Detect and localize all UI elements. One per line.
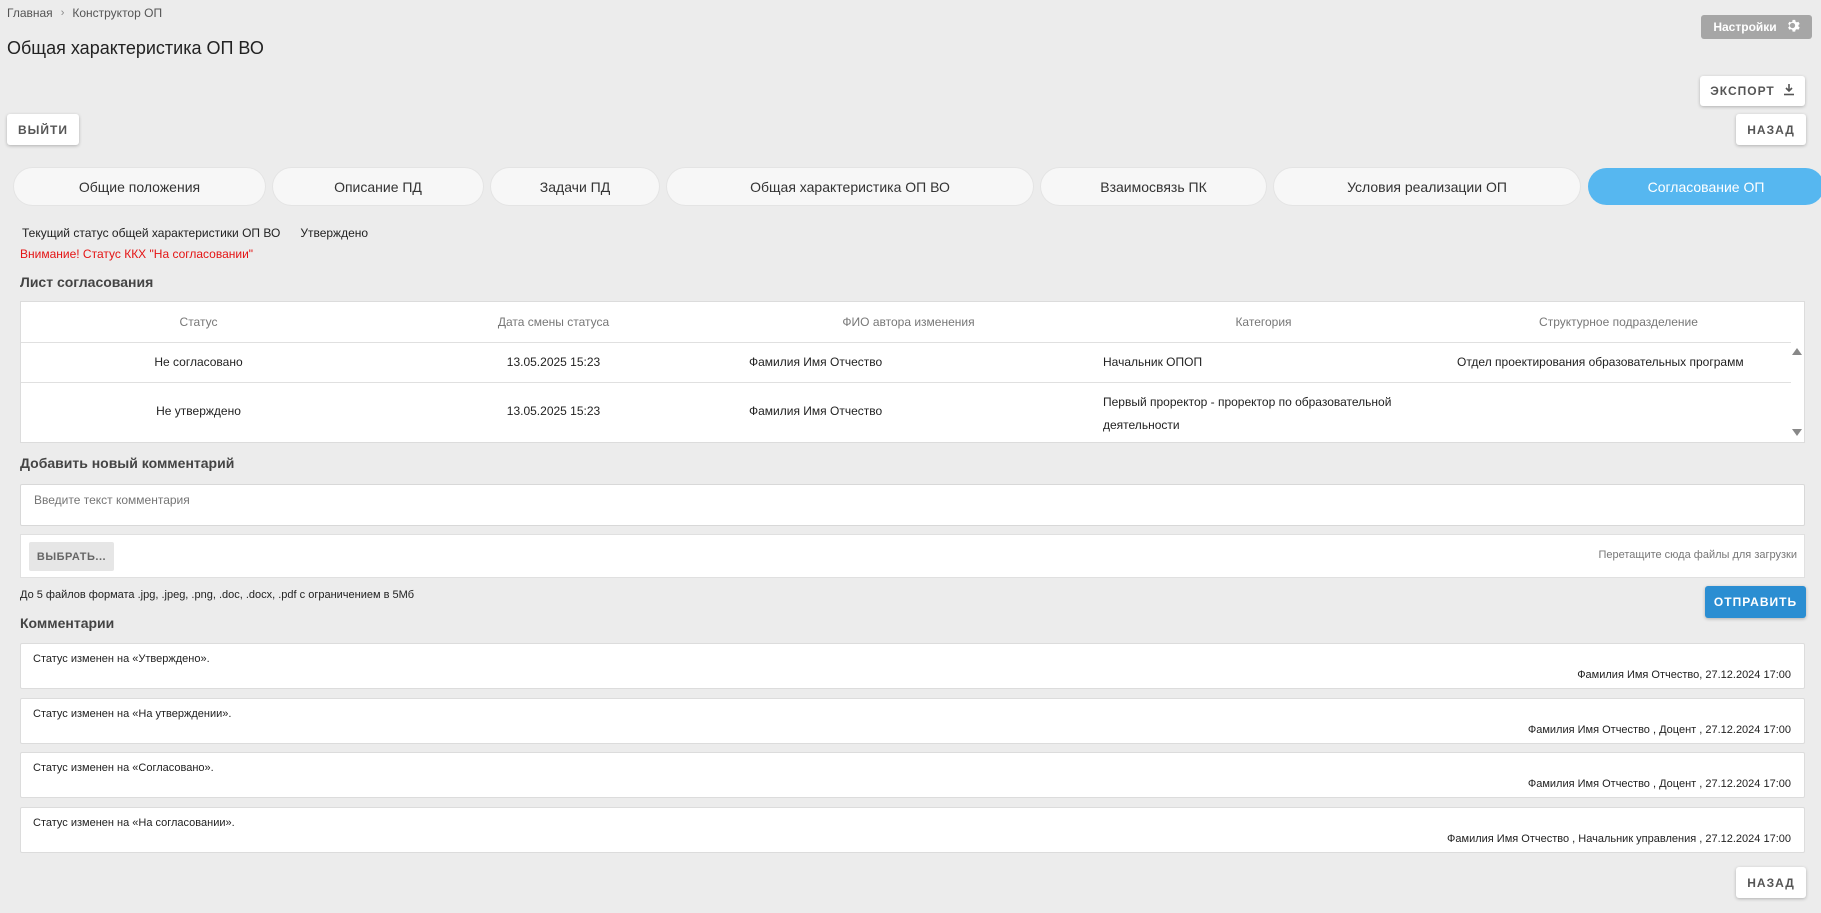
comments-title: Комментарии bbox=[20, 615, 115, 631]
exit-button[interactable]: ВЫЙТИ bbox=[7, 114, 79, 145]
back-button-bottom[interactable]: НАЗАД bbox=[1736, 867, 1806, 898]
column-header-department[interactable]: Структурное подразделение bbox=[1441, 302, 1796, 342]
export-button[interactable]: ЭКСПОРТ bbox=[1700, 76, 1805, 106]
file-format-hint: До 5 файлов формата .jpg, .jpeg, .png, .… bbox=[20, 589, 415, 601]
new-comment-title: Добавить новый комментарий bbox=[20, 455, 235, 471]
comment-meta: Фамилия Имя Отчество , Доцент , 27.12.20… bbox=[1527, 724, 1791, 736]
approval-table: Статус Дата смены статуса ФИО автора изм… bbox=[20, 301, 1805, 443]
tab-pd-description[interactable]: Описание ПД bbox=[273, 168, 483, 205]
table-header: Статус Дата смены статуса ФИО автора изм… bbox=[21, 302, 1791, 343]
download-icon bbox=[1783, 83, 1795, 99]
column-header-category[interactable]: Категория bbox=[1086, 302, 1441, 342]
settings-button[interactable]: Настройки bbox=[1701, 15, 1812, 39]
cell-status: Не согласовано bbox=[154, 355, 243, 369]
tab-bar: Общие положения Описание ПД Задачи ПД Об… bbox=[14, 168, 1821, 206]
cell-category: Первый проректор - проректор по образова… bbox=[1103, 395, 1392, 432]
file-upload-area[interactable]: ВЫБРАТЬ... Перетащите сюда файлы для заг… bbox=[20, 534, 1805, 578]
breadcrumb: Главная › Конструктор ОП bbox=[7, 6, 162, 20]
comment-meta: Фамилия Имя Отчество , Начальник управле… bbox=[1447, 833, 1791, 845]
comment-card: Статус изменен на «На утверждении». Фами… bbox=[20, 698, 1805, 744]
table-row[interactable]: Не утверждено 13.05.2025 15:23 Фамилия И… bbox=[21, 382, 1791, 442]
gear-icon bbox=[1785, 18, 1800, 36]
breadcrumb-current[interactable]: Конструктор ОП bbox=[72, 6, 162, 20]
cell-author: Фамилия Имя Отчество bbox=[749, 404, 883, 418]
choose-files-button[interactable]: ВЫБРАТЬ... bbox=[29, 542, 114, 571]
comment-text: Статус изменен на «Согласовано». bbox=[33, 762, 214, 774]
breadcrumb-home-link[interactable]: Главная bbox=[7, 6, 53, 20]
comment-input[interactable] bbox=[20, 484, 1805, 526]
cell-status: Не утверждено bbox=[156, 404, 241, 418]
table-row[interactable]: Не согласовано 13.05.2025 15:23 Фамилия … bbox=[21, 342, 1791, 383]
tab-general-provisions[interactable]: Общие положения bbox=[14, 168, 265, 205]
back-button-top[interactable]: НАЗАД bbox=[1736, 114, 1806, 145]
comment-meta: Фамилия Имя Отчество , Доцент , 27.12.20… bbox=[1527, 778, 1791, 790]
chevron-right-icon: › bbox=[60, 7, 65, 19]
send-button[interactable]: ОТПРАВИТЬ bbox=[1705, 586, 1806, 618]
approval-sheet-title: Лист согласования bbox=[20, 274, 154, 290]
cell-date: 13.05.2025 15:23 bbox=[506, 404, 601, 418]
status-value: Утверждено bbox=[300, 226, 369, 240]
tab-general-characteristics[interactable]: Общая характеристика ОП ВО bbox=[667, 168, 1033, 205]
table-scrollbar[interactable] bbox=[1789, 342, 1804, 442]
export-label: ЭКСПОРТ bbox=[1710, 84, 1775, 98]
comment-text: Статус изменен на «Утверждено». bbox=[33, 653, 210, 665]
cell-date: 13.05.2025 15:23 bbox=[506, 355, 601, 369]
status-line: Текущий статус общей характеристики ОП В… bbox=[22, 226, 368, 240]
settings-label: Настройки bbox=[1713, 20, 1777, 34]
comment-card: Статус изменен на «Согласовано». Фамилия… bbox=[20, 752, 1805, 798]
warning-text: Внимание! Статус ККХ "На согласовании" bbox=[20, 247, 254, 261]
cell-category: Начальник ОПОП bbox=[1103, 355, 1203, 369]
tab-pd-tasks[interactable]: Задачи ПД bbox=[491, 168, 659, 205]
tab-pk-relations[interactable]: Взаимосвязь ПК bbox=[1041, 168, 1266, 205]
page-title: Общая характеристика ОП ВО bbox=[7, 38, 264, 58]
comment-card: Статус изменен на «Утверждено». Фамилия … bbox=[20, 643, 1805, 689]
drop-hint: Перетащите сюда файлы для загрузки bbox=[1598, 549, 1797, 561]
column-header-date[interactable]: Дата смены статуса bbox=[376, 302, 731, 342]
comment-text: Статус изменен на «На утверждении». bbox=[33, 708, 232, 720]
column-header-status[interactable]: Статус bbox=[21, 302, 376, 342]
tab-implementation-conditions[interactable]: Условия реализации ОП bbox=[1274, 168, 1580, 205]
scroll-up-icon[interactable] bbox=[1792, 348, 1802, 355]
status-label: Текущий статус общей характеристики ОП В… bbox=[22, 226, 281, 240]
comment-meta: Фамилия Имя Отчество, 27.12.2024 17:00 bbox=[1577, 669, 1791, 681]
cell-author: Фамилия Имя Отчество bbox=[749, 355, 883, 369]
comment-text: Статус изменен на «На согласовании». bbox=[33, 817, 235, 829]
column-header-author[interactable]: ФИО автора изменения bbox=[731, 302, 1086, 342]
cell-department: Отдел проектирования образовательных про… bbox=[1457, 355, 1744, 369]
scroll-down-icon[interactable] bbox=[1792, 429, 1802, 436]
tab-approval[interactable]: Согласование ОП bbox=[1588, 168, 1821, 205]
comment-card: Статус изменен на «На согласовании». Фам… bbox=[20, 807, 1805, 853]
